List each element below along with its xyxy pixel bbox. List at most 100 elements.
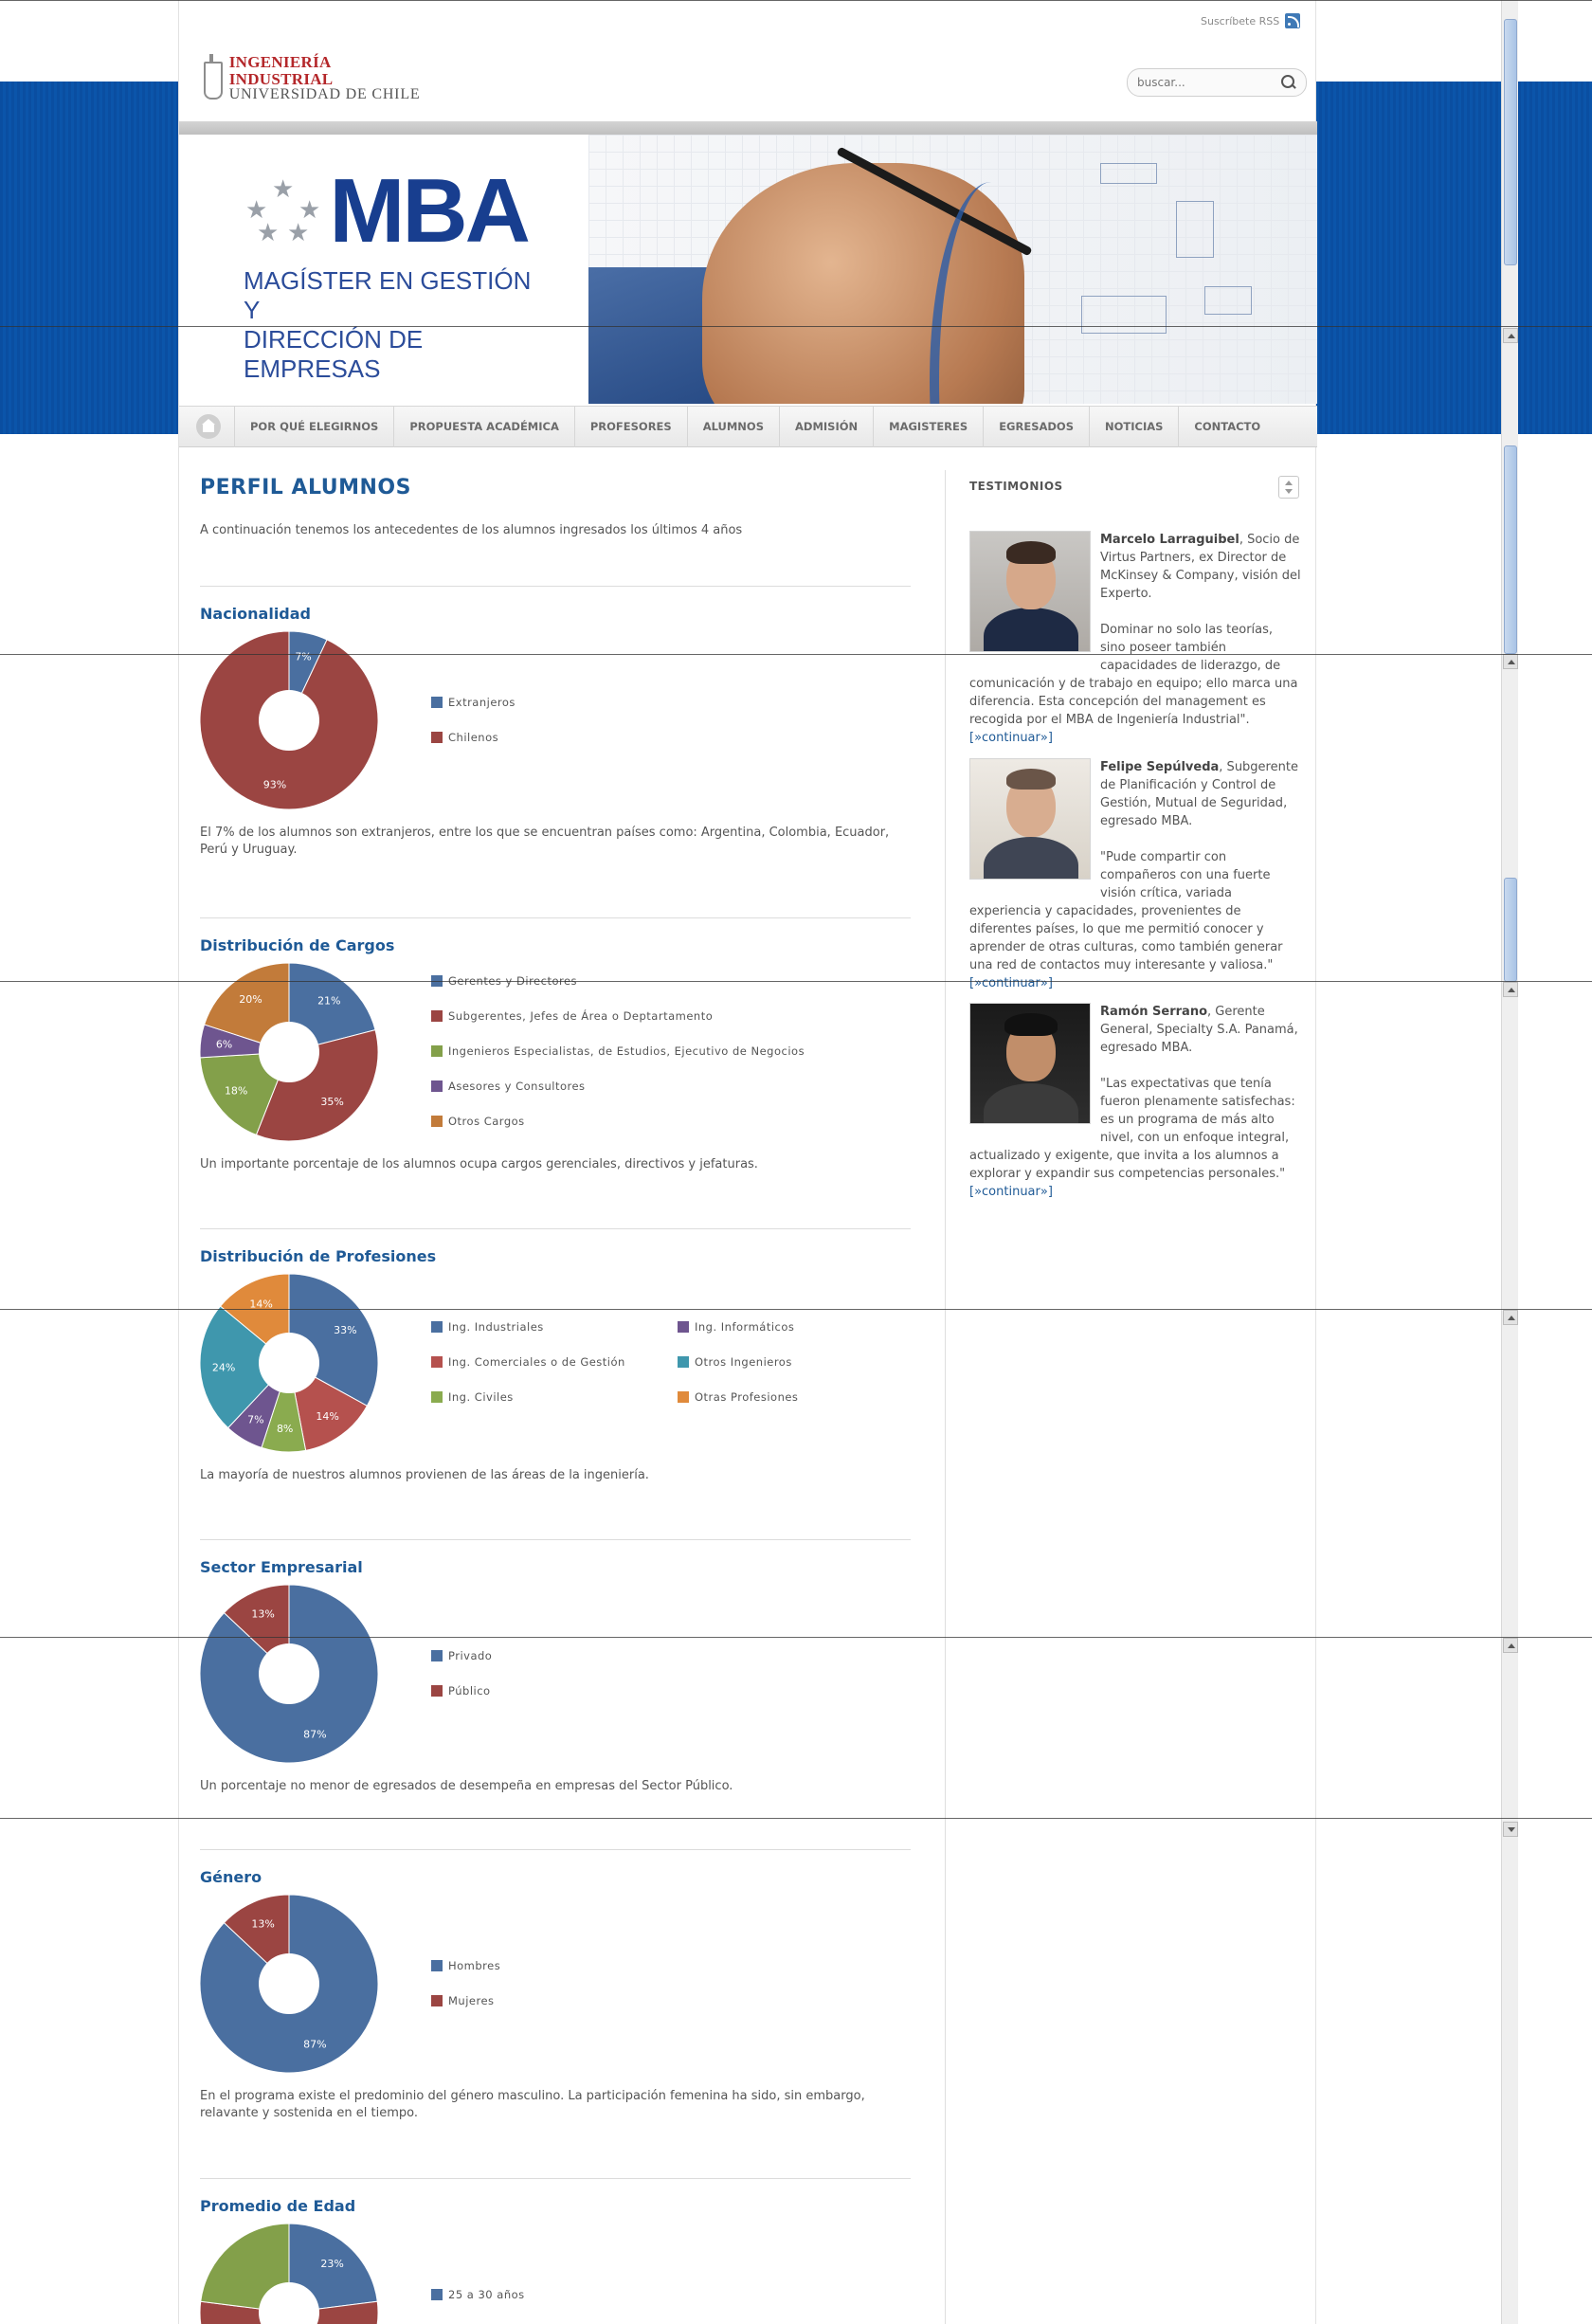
mba-subtitle: MAGÍSTER EN GESTIÓN Y DIRECCIÓN DE EMPRE… [244, 266, 537, 385]
legend-swatch [431, 1321, 443, 1333]
legend-item-privado: Privado [431, 1649, 492, 1662]
legend-label: Ingenieros Especialistas, de Estudios, E… [448, 1044, 805, 1058]
pie-value-label: 13% [251, 1918, 274, 1931]
testimonial-3: Ramón Serrano, Gerente General, Specialt… [969, 1003, 1301, 1201]
header-divider [179, 121, 1317, 135]
nav-item-noticias[interactable]: NOTICIAS [1088, 406, 1178, 447]
donut-hole [259, 690, 319, 751]
search-input[interactable] [1137, 76, 1270, 89]
scroll-up-button[interactable] [1503, 982, 1518, 997]
mba-wordmark: MBA [329, 159, 531, 262]
donut-hole [259, 1022, 319, 1082]
testimonial-name: Ramón Serrano [1100, 1005, 1208, 1019]
legend-swatch [431, 1116, 443, 1127]
scroll-up-button[interactable] [1503, 328, 1518, 343]
window-scrollbar[interactable] [1501, 0, 1518, 2324]
avatar [969, 1003, 1091, 1124]
pie-value-label: 18% [225, 1085, 247, 1098]
nav-item-admision[interactable]: ADMISIÓN [779, 406, 873, 447]
scroll-up-button[interactable] [1503, 654, 1518, 669]
pie-value-label: 20% [239, 993, 262, 1006]
legend-label: Ing. Industriales [448, 1320, 544, 1334]
donut-hole [259, 1953, 319, 2014]
section-description: Un importante porcentaje de los alumnos … [200, 1157, 758, 1171]
home-icon[interactable] [196, 414, 221, 439]
scrollbar-thumb[interactable] [1504, 445, 1517, 654]
section-divider [200, 1849, 911, 1850]
pie-value-label: 33% [334, 1324, 356, 1336]
stitch-line [0, 654, 1592, 655]
pie-value-label: 6% [216, 1038, 232, 1050]
legend-item-subgerentes-jefes-de-area-o-deptartamento: Subgerentes, Jefes de Área o Deptartamen… [431, 1009, 713, 1023]
scroll-down-button[interactable] [1503, 1822, 1518, 1837]
section-title: Promedio de Edad [200, 2197, 356, 2215]
mba-logo: ★ ★ ★ ★ ★ MBA MAGÍSTER EN GESTIÓN Y DIRE… [225, 165, 531, 383]
section-title: Nacionalidad [200, 605, 312, 623]
nav-item-alumnos[interactable]: ALUMNOS [686, 406, 779, 447]
donut-hole [259, 1643, 319, 1704]
legend-label: Chilenos [448, 730, 499, 744]
pie-chart-genero: 87% 13% [200, 1894, 379, 2074]
carousel-arrows-icon[interactable] [1278, 476, 1299, 499]
legend-item-hombres: Hombres [431, 1959, 500, 1972]
legend-item-extranjeros: Extranjeros [431, 696, 516, 709]
pie-value-label: 7% [295, 651, 311, 663]
scroll-up-button[interactable] [1503, 1310, 1518, 1325]
legend-item-ing-industriales: Ing. Industriales [431, 1320, 544, 1334]
pie-value-label: 13% [251, 1608, 274, 1621]
search-box [1127, 68, 1307, 97]
pie-value-label: 8% [277, 1423, 293, 1435]
legend-item-ingenieros-especialistas-de-estudios-ejecutivo-de-negocios: Ingenieros Especialistas, de Estudios, E… [431, 1044, 805, 1058]
legend-label: Subgerentes, Jefes de Área o Deptartamen… [448, 1009, 714, 1023]
page-container: Suscríbete RSS INGENIERÍA INDUSTRIAL UNI… [178, 0, 1317, 2324]
search-icon[interactable] [1279, 74, 1296, 91]
scrollbar-thumb[interactable] [1504, 19, 1517, 265]
section-title: Distribución de Profesiones [200, 1247, 437, 1265]
nav-item-profesores[interactable]: PROFESORES [573, 406, 687, 447]
legend-swatch [431, 696, 443, 708]
scrollbar-thumb[interactable] [1504, 878, 1517, 982]
pie-chart-edad: 23%23% [200, 2223, 379, 2324]
crest-icon [200, 54, 223, 103]
donut-hole [259, 1333, 319, 1393]
pie-value-label: 14% [316, 1410, 338, 1423]
nav-item-egresados[interactable]: EGRESADOS [983, 406, 1089, 447]
legend-label: Ing. Civiles [448, 1390, 514, 1404]
legend-item-chilenos: Chilenos [431, 731, 498, 744]
legend-label: Asesores y Consultores [448, 1080, 586, 1093]
rss-label: Suscríbete RSS [1201, 14, 1280, 27]
logo-line-2: UNIVERSIDAD DE CHILE [228, 86, 421, 103]
nav-item-propuesta-academica[interactable]: PROPUESTA ACADÉMICA [393, 406, 574, 447]
legend-item-otras-profesiones: Otras Profesiones [678, 1390, 798, 1404]
legend-label: Público [448, 1683, 491, 1698]
nav-item-contacto[interactable]: CONTACTO [1178, 406, 1275, 447]
legend-label: Mujeres [448, 1993, 495, 2007]
scroll-up-button[interactable] [1503, 1638, 1518, 1653]
continue-link[interactable]: [»continuar»] [969, 1185, 1053, 1199]
legend-item-publico: Público [431, 1684, 491, 1698]
legend-swatch [431, 1684, 443, 1697]
legend-item-ing-comerciales-o-de-gestion: Ing. Comerciales o de Gestión [431, 1355, 625, 1369]
section-title: Género [200, 1868, 262, 1886]
legend-swatch [431, 1045, 443, 1057]
mba-subtitle-line-2: DIRECCIÓN DE EMPRESAS [244, 325, 424, 384]
continue-link[interactable]: [»continuar»] [969, 976, 1053, 990]
legend-swatch [431, 1959, 443, 1971]
nav-item-magisteres[interactable]: MAGISTERES [873, 406, 983, 447]
rss-subscribe-link[interactable]: Suscríbete RSS [1201, 9, 1301, 32]
legend-swatch [431, 1080, 443, 1092]
legend-item-25-a-30-anos: 25 a 30 años [431, 2288, 525, 2301]
nav-item-por-que-elegirnos[interactable]: POR QUÉ ELEGIRNOS [234, 406, 393, 447]
legend-label: Ing. Comerciales o de Gestión [448, 1355, 625, 1369]
legend-swatch [678, 1356, 689, 1368]
testimonial-1: Marcelo Larraguibel, Socio de Virtus Par… [969, 531, 1301, 747]
stitch-line [0, 981, 1592, 982]
university-logo[interactable]: INGENIERÍA INDUSTRIAL UNIVERSIDAD DE CHI… [200, 47, 427, 110]
stitch-line [0, 326, 1592, 327]
avatar [969, 531, 1091, 652]
legend-item-mujeres: Mujeres [431, 1994, 495, 2007]
sidebar-divider [945, 470, 946, 2324]
continue-link[interactable]: [»continuar»] [969, 731, 1053, 745]
testimonial-name: Marcelo Larraguibel [1100, 533, 1239, 547]
pie-value-label: 7% [247, 1413, 263, 1425]
